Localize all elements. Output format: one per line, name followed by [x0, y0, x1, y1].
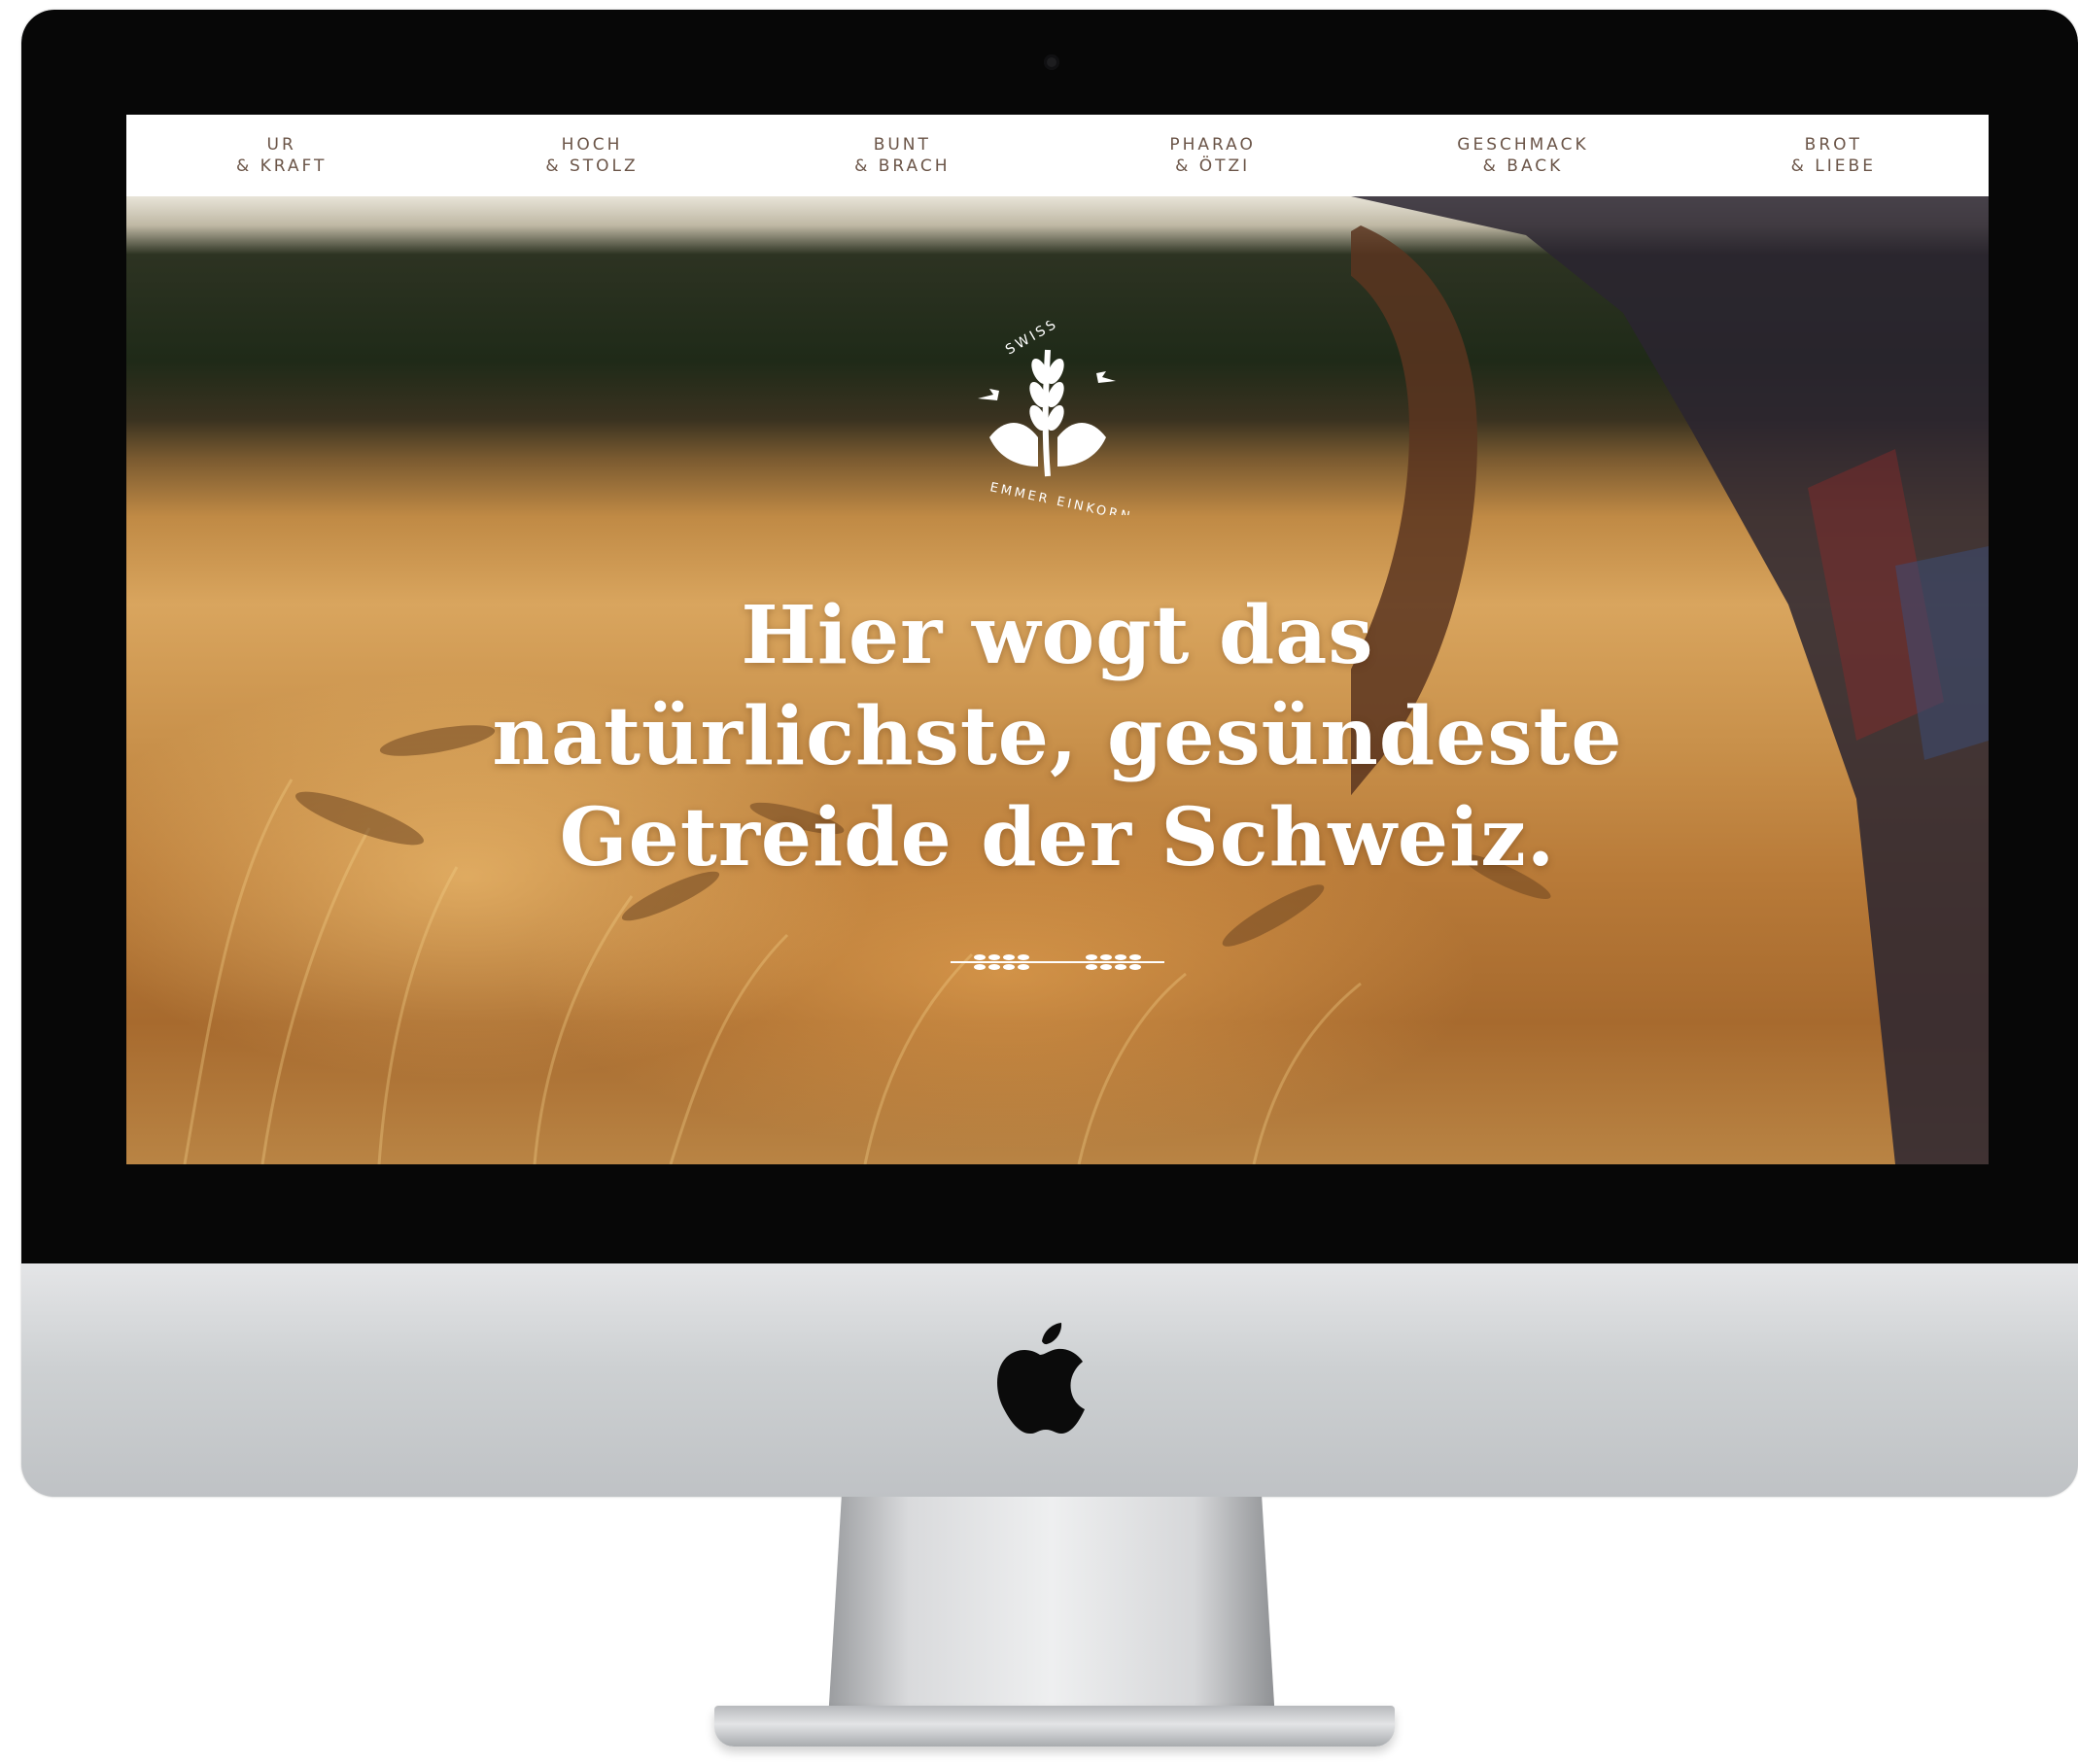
nav-item-ur-kraft[interactable]: UR & KRAFT	[156, 134, 408, 177]
apple-logo-icon	[997, 1323, 1085, 1435]
page: UR & KRAFT HOCH & STOLZ BUNT & BRACH PHA…	[0, 0, 2078, 1764]
nav-item-label-line1: BROT	[1804, 135, 1862, 155]
nav-item-label-line1: BUNT	[873, 135, 931, 155]
nav-item-label-line1: PHARAO	[1169, 135, 1256, 155]
main-navigation: UR & KRAFT HOCH & STOLZ BUNT & BRACH PHA…	[126, 115, 1989, 196]
hero-section: SWISS EMMER EINKORN Hier wogt das natürl…	[126, 196, 1989, 1164]
nav-item-label-line1: GESCHMACK	[1457, 135, 1589, 155]
nav-item-label-line2: & STOLZ	[545, 156, 639, 176]
nav-item-label-line1: HOCH	[561, 135, 623, 155]
wheat-logo-icon: SWISS EMMER EINKORN	[978, 321, 1134, 515]
nav-item-hoch-stolz[interactable]: HOCH & STOLZ	[466, 134, 718, 177]
logo-text-bottom: EMMER EINKORN	[988, 480, 1133, 515]
headline-line-1: Hier wogt das	[741, 589, 1374, 682]
camera-icon	[1044, 54, 1059, 70]
nav-item-bunt-brach[interactable]: BUNT & BRACH	[776, 134, 1028, 177]
website-screen: UR & KRAFT HOCH & STOLZ BUNT & BRACH PHA…	[126, 115, 1989, 1164]
nav-item-brot-liebe[interactable]: BROT & LIEBE	[1707, 134, 1959, 177]
nav-item-label-line1: UR	[266, 135, 296, 155]
nav-item-label-line2: & ÖTZI	[1175, 156, 1251, 176]
wheat-divider-icon	[951, 954, 1164, 970]
nav-item-label-line2: & BACK	[1482, 156, 1564, 176]
headline-line-3: Getreide der Schweiz.	[559, 791, 1556, 884]
imac-stand	[828, 1497, 1275, 1720]
imac-stand-base	[714, 1706, 1395, 1747]
nav-item-pharao-oetzi[interactable]: PHARAO & ÖTZI	[1087, 134, 1339, 177]
headline-line-2: natürlichste, gesündeste	[492, 690, 1623, 783]
nav-item-geschmack-back[interactable]: GESCHMACK & BACK	[1397, 134, 1649, 177]
nav-item-label-line2: & KRAFT	[235, 156, 328, 176]
nav-item-label-line2: & LIEBE	[1790, 156, 1876, 176]
nav-item-label-line2: & BRACH	[854, 156, 951, 176]
hero-headline: Hier wogt das natürlichste, gesündeste G…	[126, 585, 1989, 888]
logo-text-top: SWISS	[1003, 321, 1061, 358]
